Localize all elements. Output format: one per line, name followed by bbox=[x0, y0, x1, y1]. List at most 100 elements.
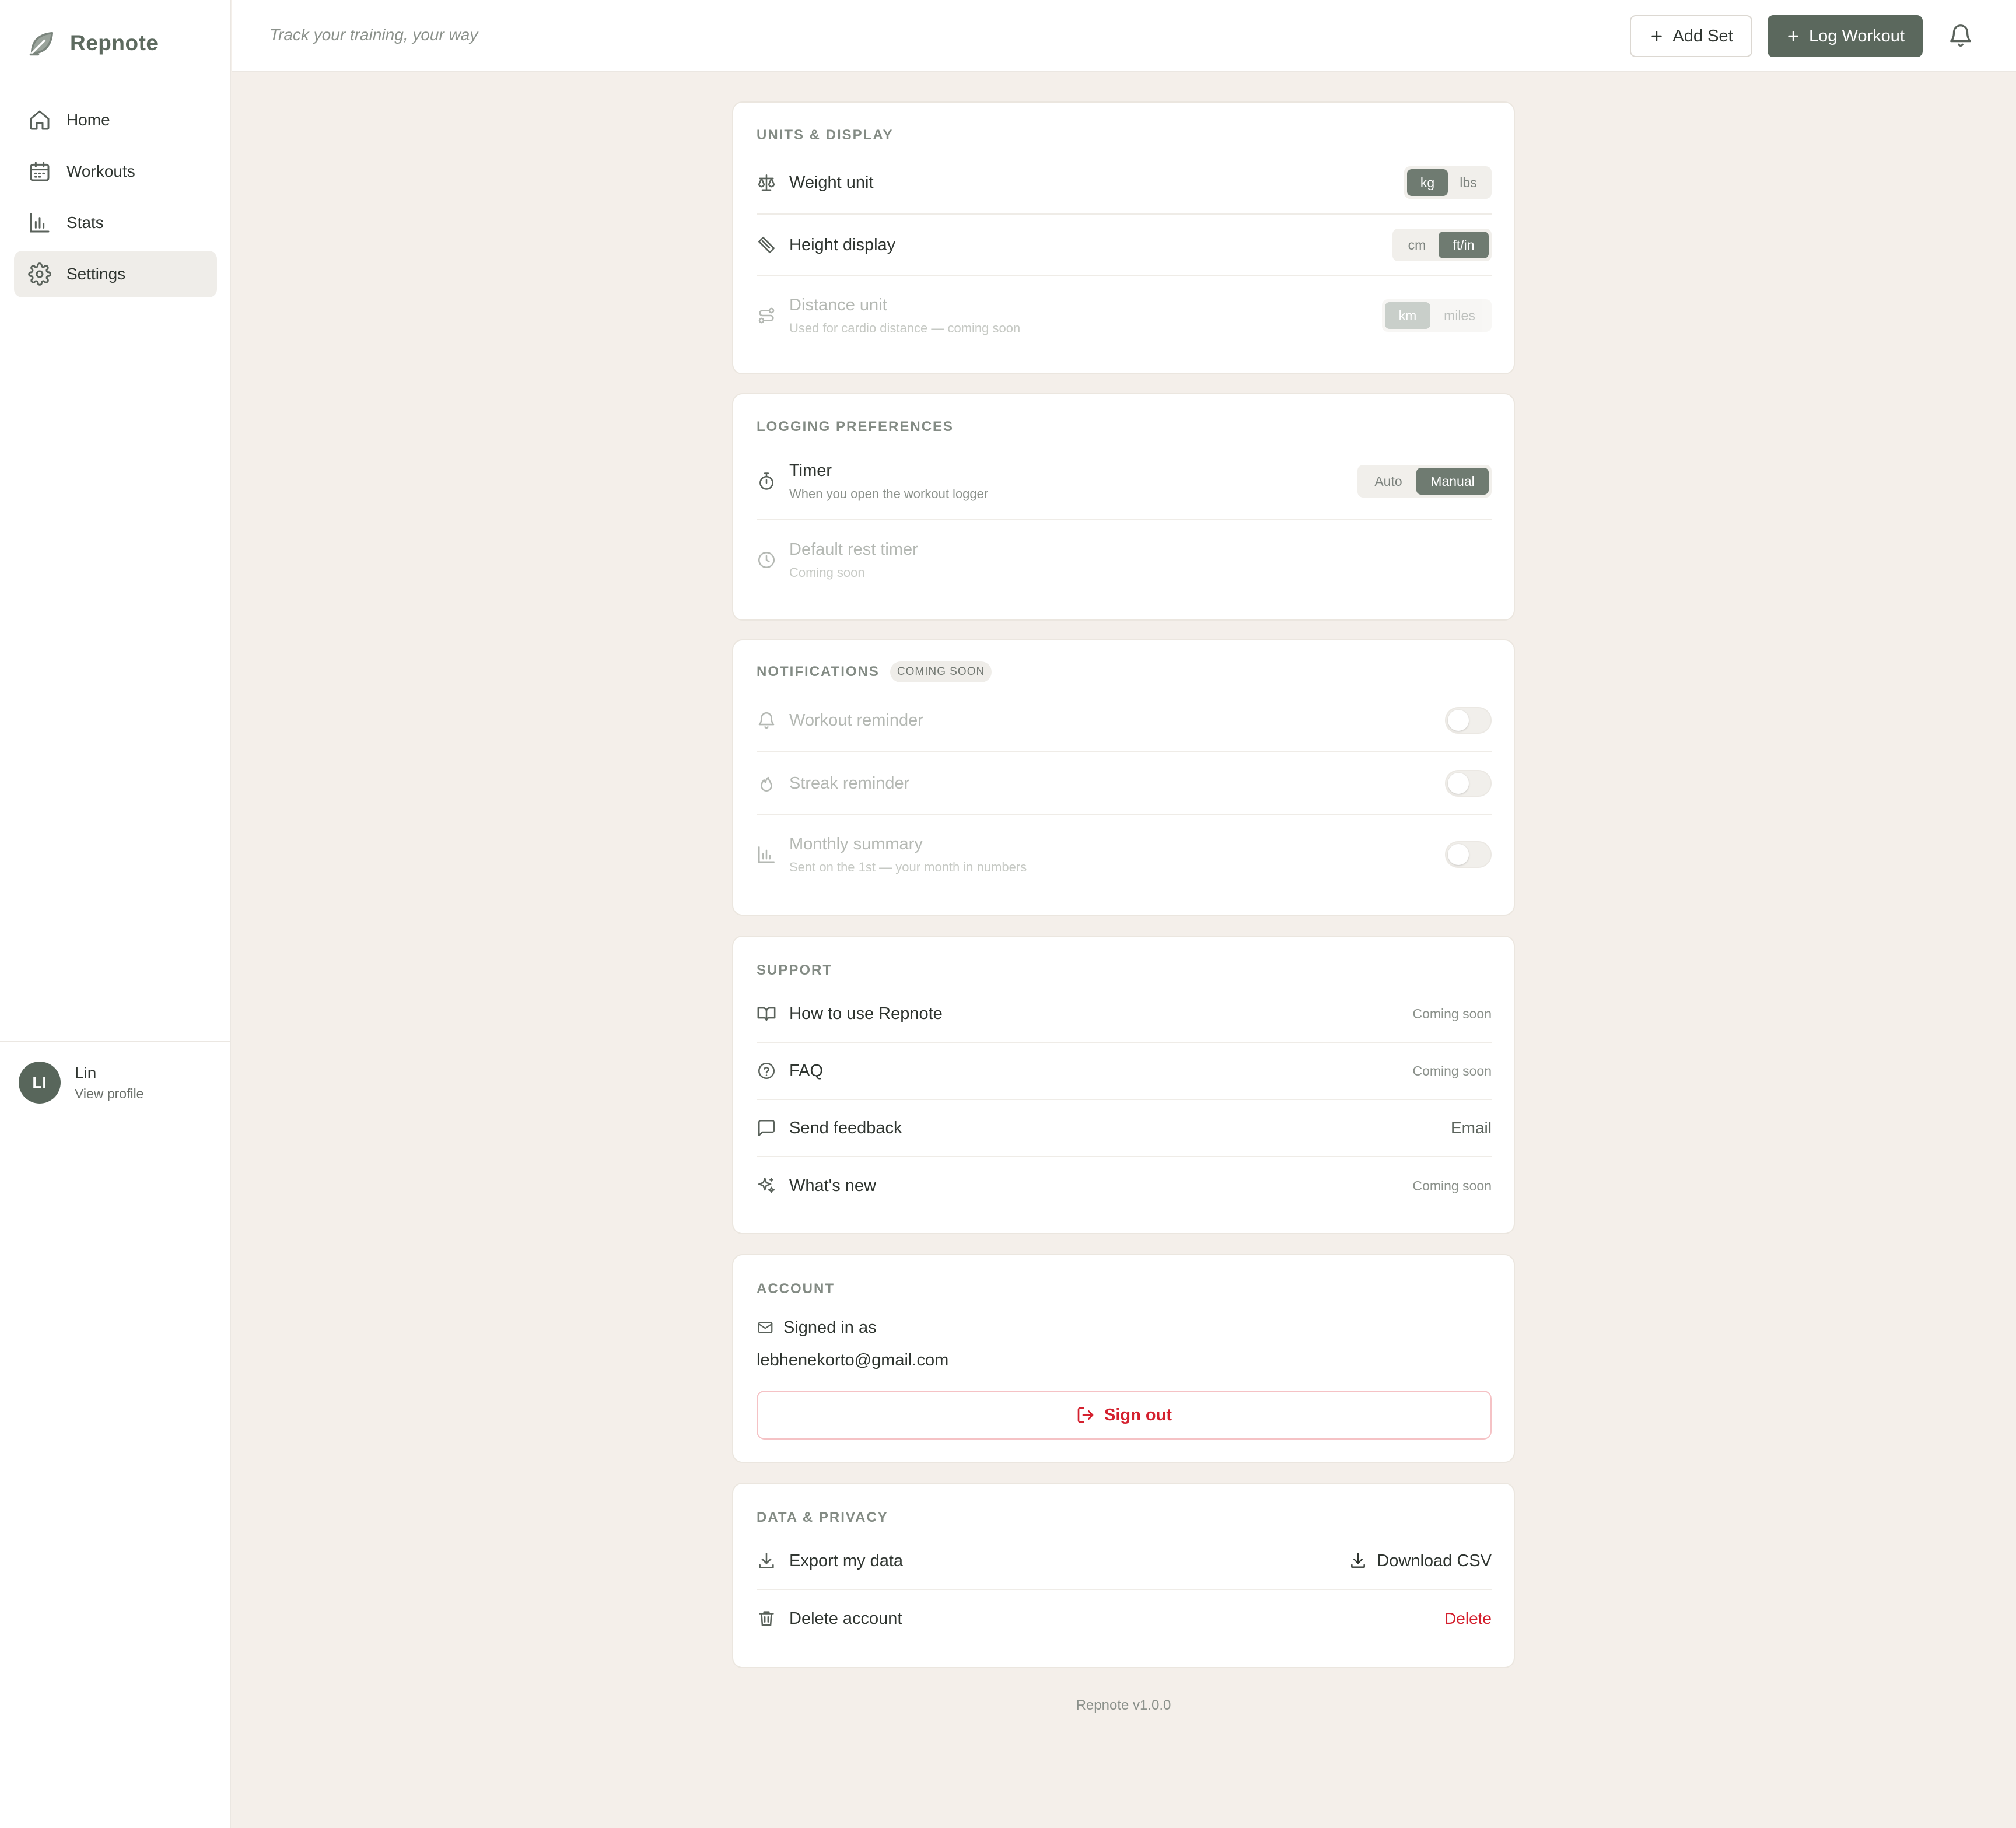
sign-out-label: Sign out bbox=[1104, 1405, 1172, 1424]
height-cm-option[interactable]: cm bbox=[1395, 232, 1438, 258]
data-privacy-card: DATA & PRIVACY Export my data Download C… bbox=[732, 1483, 1515, 1668]
units-display-card: UNITS & DISPLAY Weight unit kg lbs Heigh… bbox=[732, 101, 1515, 374]
ruler-icon bbox=[757, 235, 776, 255]
book-icon bbox=[757, 1004, 776, 1024]
weight-unit-row: Weight unit kg lbs bbox=[757, 152, 1492, 215]
profile-link[interactable]: LI Lin View profile bbox=[19, 1062, 144, 1104]
logging-preferences-card: LOGGING PREFERENCES Timer When you open … bbox=[732, 393, 1515, 621]
sidebar-divider bbox=[0, 1041, 231, 1042]
distance-miles-option: miles bbox=[1444, 307, 1475, 323]
weight-unit-label: Weight unit bbox=[789, 173, 874, 192]
export-data-row: Export my data Download CSV bbox=[757, 1533, 1492, 1590]
sidebar-nav: Home Workouts Stats Settings bbox=[14, 97, 217, 302]
app-name: Repnote bbox=[70, 31, 159, 55]
sidebar-item-label: Home bbox=[66, 111, 110, 129]
monthly-summary-row: Monthly summary Sent on the 1st — your m… bbox=[757, 815, 1492, 894]
monthly-summary-label: Monthly summary bbox=[789, 834, 923, 853]
add-set-button[interactable]: Add Set bbox=[1630, 15, 1752, 57]
weight-unit-switch: kg lbs bbox=[1404, 166, 1492, 199]
tagline: Track your training, your way bbox=[270, 26, 478, 44]
timer-mode-switch: Auto Manual bbox=[1357, 465, 1492, 498]
delete-account-button[interactable]: Delete bbox=[1444, 1609, 1492, 1628]
email-feedback-link[interactable]: Email bbox=[1451, 1119, 1492, 1137]
email-row: lebhenekorto@gmail.com bbox=[757, 1349, 1492, 1372]
timer-label: Timer bbox=[789, 461, 832, 480]
bell-icon[interactable] bbox=[1947, 22, 1974, 49]
signed-in-row: Signed in as bbox=[757, 1316, 1492, 1339]
streak-reminder-label: Streak reminder bbox=[789, 773, 910, 793]
streak-reminder-toggle[interactable] bbox=[1445, 770, 1492, 797]
whats-new-status: Coming soon bbox=[1412, 1178, 1492, 1193]
rest-timer-row: Default rest timer Coming soon bbox=[757, 520, 1492, 600]
logout-icon bbox=[1076, 1406, 1095, 1424]
export-data-label: Export my data bbox=[789, 1551, 904, 1570]
workout-reminder-label: Workout reminder bbox=[789, 710, 923, 730]
question-circle-icon bbox=[757, 1061, 776, 1081]
height-display-label: Height display bbox=[789, 235, 896, 254]
distance-unit-row: Distance unit Used for cardio distance —… bbox=[757, 276, 1492, 355]
sidebar-item-stats[interactable]: Stats bbox=[14, 199, 217, 246]
faq-label: FAQ bbox=[789, 1061, 824, 1080]
section-header: NOTIFICATIONS COMING SOON bbox=[757, 661, 992, 682]
sparkles-icon bbox=[757, 1176, 776, 1196]
section-title: LOGGING PREFERENCES bbox=[757, 419, 954, 435]
send-feedback-label: Send feedback bbox=[789, 1118, 902, 1137]
timer-row: Timer When you open the workout logger A… bbox=[757, 443, 1492, 520]
sidebar-item-label: Settings bbox=[66, 265, 126, 283]
how-to-use-row[interactable]: How to use Repnote Coming soon bbox=[757, 986, 1492, 1043]
mail-icon bbox=[757, 1319, 774, 1336]
whats-new-label: What's new bbox=[789, 1176, 876, 1195]
log-workout-button[interactable]: Log Workout bbox=[1768, 15, 1923, 57]
app-version: Repnote v1.0.0 bbox=[1076, 1697, 1171, 1713]
weight-lbs-option[interactable]: lbs bbox=[1448, 169, 1489, 196]
timer-hint: When you open the workout logger bbox=[789, 486, 989, 501]
sidebar-item-workouts[interactable]: Workouts bbox=[14, 148, 217, 195]
height-ftin-option[interactable]: ft/in bbox=[1438, 232, 1489, 258]
brand[interactable]: Repnote bbox=[27, 28, 159, 58]
timer-auto-option[interactable]: Auto bbox=[1360, 468, 1416, 495]
rest-timer-label: Default rest timer bbox=[789, 540, 918, 559]
sidebar-item-settings[interactable]: Settings bbox=[14, 251, 217, 297]
whats-new-row[interactable]: What's new Coming soon bbox=[757, 1157, 1492, 1214]
height-display-row: Height display cm ft/in bbox=[757, 215, 1492, 276]
signed-in-label: Signed in as bbox=[783, 1318, 877, 1337]
delete-account-row: Delete account Delete bbox=[757, 1590, 1492, 1647]
notifications-card: NOTIFICATIONS COMING SOON Workout remind… bbox=[732, 639, 1515, 916]
distance-unit-switch: km miles bbox=[1382, 299, 1492, 332]
scale-icon bbox=[757, 173, 776, 192]
bar-chart-icon bbox=[757, 845, 776, 864]
section-title: UNITS & DISPLAY bbox=[757, 127, 894, 143]
toggle-knob bbox=[1448, 710, 1469, 731]
streak-reminder-row: Streak reminder bbox=[757, 752, 1492, 815]
plus-icon bbox=[1786, 29, 1801, 44]
sidebar-item-home[interactable]: Home bbox=[14, 97, 217, 143]
account-email: lebhenekorto@gmail.com bbox=[757, 1350, 949, 1370]
download-csv-label: Download CSV bbox=[1377, 1551, 1492, 1570]
sidebar-item-label: Workouts bbox=[66, 162, 135, 180]
chat-bubble-icon bbox=[757, 1118, 776, 1138]
rest-timer-hint: Coming soon bbox=[789, 565, 865, 580]
send-feedback-row[interactable]: Send feedback Email bbox=[757, 1100, 1492, 1157]
timer-manual-option[interactable]: Manual bbox=[1416, 468, 1489, 495]
sidebar-item-label: Stats bbox=[66, 213, 104, 232]
toggle-knob bbox=[1448, 844, 1469, 865]
sign-out-button[interactable]: Sign out bbox=[757, 1391, 1492, 1440]
download-csv-button[interactable]: Download CSV bbox=[1349, 1552, 1492, 1571]
section-title: ACCOUNT bbox=[757, 1281, 835, 1297]
how-to-use-status: Coming soon bbox=[1412, 1006, 1492, 1021]
section-title: NOTIFICATIONS bbox=[757, 664, 880, 680]
faq-row[interactable]: FAQ Coming soon bbox=[757, 1043, 1492, 1100]
coming-soon-badge: COMING SOON bbox=[890, 661, 992, 682]
calendar-icon bbox=[28, 160, 51, 183]
monthly-summary-hint: Sent on the 1st — your month in numbers bbox=[789, 859, 1027, 874]
view-profile-link[interactable]: View profile bbox=[75, 1086, 144, 1102]
sidebar: Repnote Home Workouts Stats Settings LI … bbox=[0, 0, 231, 1828]
toggle-knob bbox=[1448, 773, 1469, 794]
add-set-label: Add Set bbox=[1672, 26, 1733, 45]
monthly-summary-toggle[interactable] bbox=[1445, 841, 1492, 868]
workout-reminder-toggle[interactable] bbox=[1445, 707, 1492, 734]
weight-kg-option[interactable]: kg bbox=[1407, 169, 1448, 196]
bar-chart-icon bbox=[28, 211, 51, 234]
delete-account-label: Delete account bbox=[789, 1609, 902, 1628]
profile-name: Lin bbox=[75, 1063, 97, 1082]
